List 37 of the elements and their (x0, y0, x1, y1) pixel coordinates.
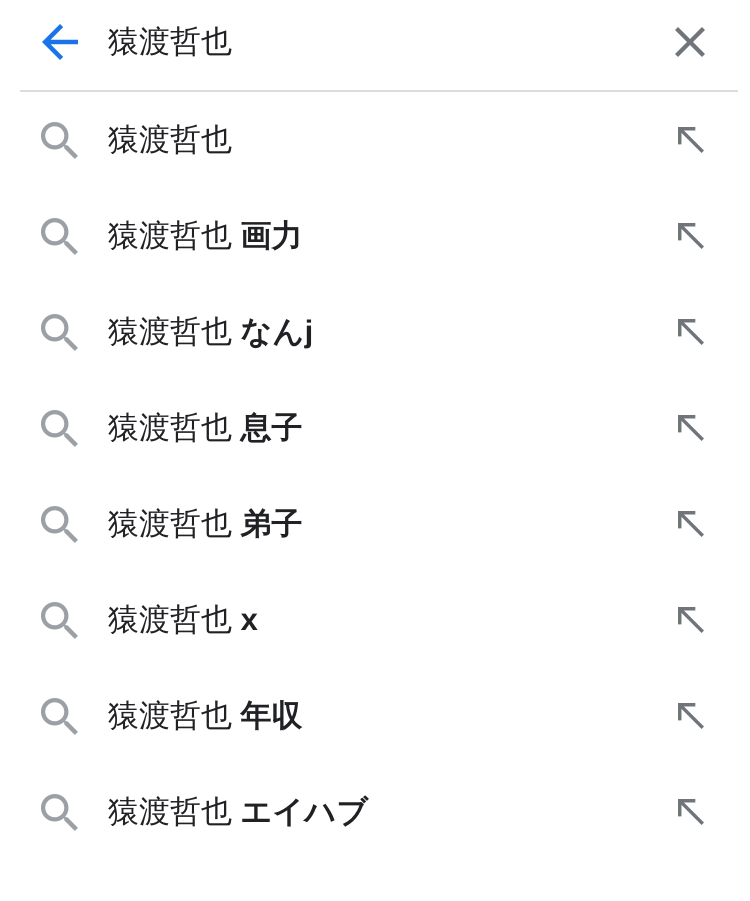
insert-query-button[interactable] (678, 127, 704, 153)
insert-query-button[interactable] (678, 607, 704, 633)
up-left-arrow-icon (678, 319, 704, 345)
insert-query-button[interactable] (678, 319, 704, 345)
up-left-arrow-icon (678, 703, 704, 729)
up-left-arrow-icon (678, 415, 704, 441)
suggestion-text[interactable]: 猿渡哲也 x (108, 601, 258, 639)
search-icon (41, 602, 78, 638)
search-icon (41, 698, 78, 734)
up-left-arrow-icon (678, 127, 704, 153)
suggestion-text[interactable]: 猿渡哲也 エイハブ (108, 793, 369, 831)
insert-query-button[interactable] (678, 223, 704, 249)
up-left-arrow-icon (678, 607, 704, 633)
search-icon (41, 506, 78, 542)
insert-query-button[interactable] (678, 703, 704, 729)
suggestion-text[interactable]: 猿渡哲也 (108, 121, 232, 159)
insert-query-button[interactable] (678, 799, 704, 825)
suggestion-text[interactable]: 猿渡哲也 画力 (108, 217, 303, 255)
suggestion-text[interactable]: 猿渡哲也 息子 (108, 409, 303, 447)
search-icon (41, 794, 78, 830)
up-left-arrow-icon (678, 799, 704, 825)
suggestion-text[interactable]: 猿渡哲也 年収 (108, 697, 303, 735)
up-left-arrow-icon (678, 223, 704, 249)
search-field[interactable]: 猿渡哲也 (108, 20, 655, 64)
search-icon (41, 218, 78, 254)
insert-query-button[interactable] (678, 415, 704, 441)
search-icon (41, 410, 78, 446)
suggestion-text[interactable]: 猿渡哲也 弟子 (108, 505, 303, 543)
close-icon (675, 27, 705, 57)
suggestion-text[interactable]: 猿渡哲也 なんj (108, 313, 314, 351)
search-icon (41, 314, 78, 350)
back-button[interactable] (42, 24, 78, 60)
insert-query-button[interactable] (678, 511, 704, 537)
clear-button[interactable] (675, 27, 705, 57)
search-icon (41, 122, 78, 158)
back-arrow-icon (42, 24, 78, 60)
up-left-arrow-icon (678, 511, 704, 537)
